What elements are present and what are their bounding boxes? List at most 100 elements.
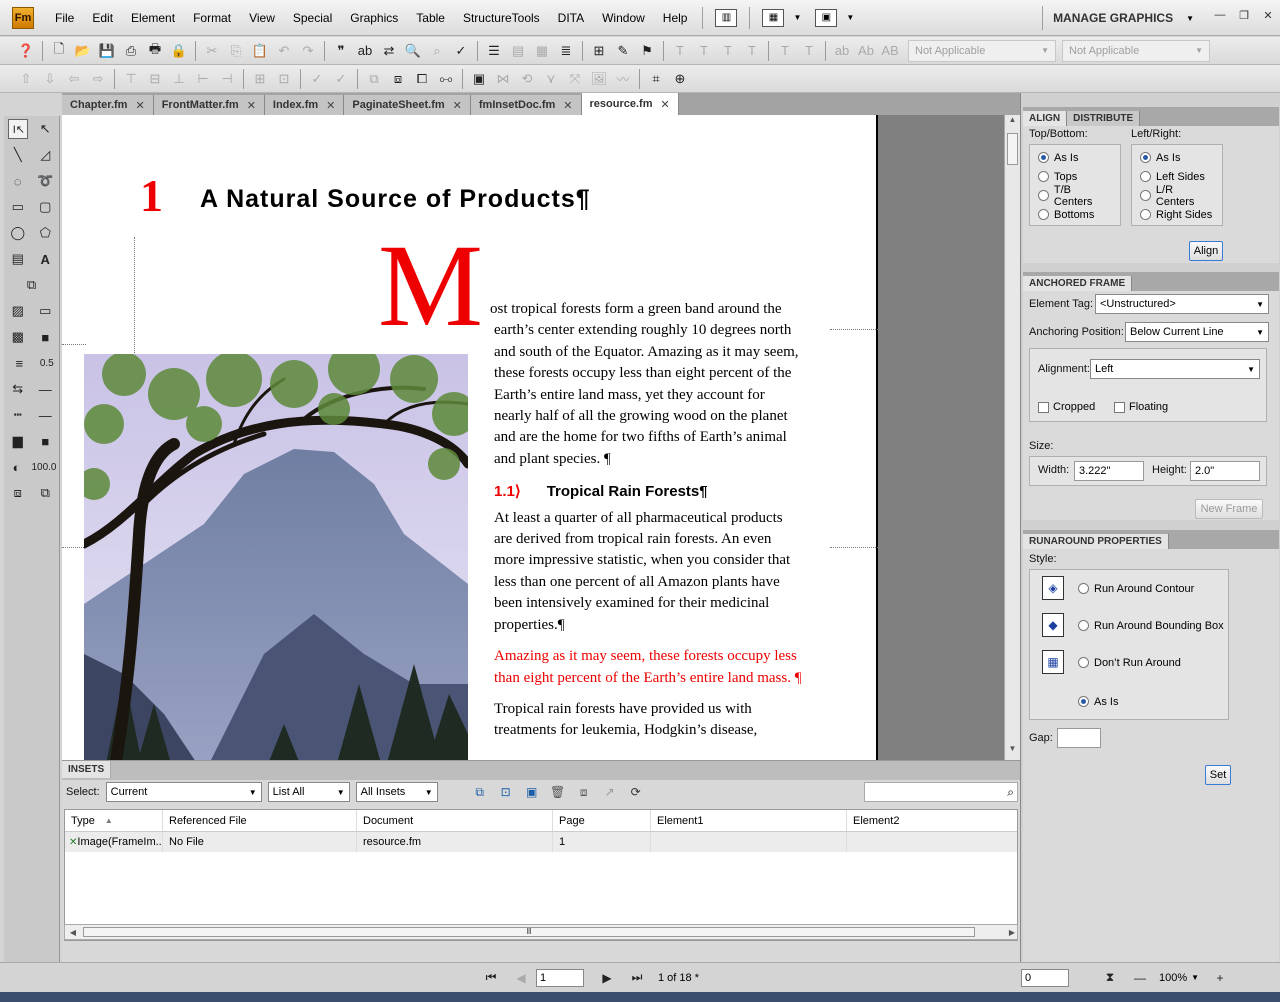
radio-button[interactable] <box>1038 152 1049 163</box>
table-row[interactable]: ✕ Image(FrameIm... No File resource.fm 1 <box>65 832 1017 852</box>
uppercase-icon[interactable]: AB <box>879 40 901 62</box>
radio-button[interactable] <box>1038 171 1049 182</box>
radio-lr-asis[interactable]: As Is <box>1140 148 1214 167</box>
align-right-icon[interactable]: ⊣ <box>216 68 238 90</box>
close-icon[interactable]: ✕ <box>247 99 256 112</box>
list-select[interactable]: List All ▼ <box>267 782 350 802</box>
pen-color-icon[interactable]: ■ <box>35 327 55 347</box>
knockout-icon[interactable]: ⧉ <box>35 483 55 503</box>
insets-search-input[interactable]: ⌕ <box>864 782 1018 802</box>
text-ab-icon[interactable]: ab <box>354 40 376 62</box>
height-input[interactable] <box>1190 461 1260 481</box>
column-page[interactable]: Page <box>553 810 651 831</box>
gravity-icon[interactable]: ⊕ <box>669 68 691 90</box>
last-page-icon[interactable]: ⏭ <box>626 970 648 985</box>
polyline-tool-icon[interactable]: ◌ <box>8 171 28 191</box>
edit-icon[interactable]: ✎ <box>612 40 634 62</box>
grid-icon[interactable]: ▦ <box>531 40 553 62</box>
paragraph-format-select[interactable]: Not Applicable ▼ <box>908 39 1056 62</box>
set-button[interactable]: Set <box>1205 765 1231 785</box>
text-format-icon[interactable]: T <box>717 40 739 62</box>
rotate-icon[interactable]: ⟲ <box>516 68 538 90</box>
radio-right-sides[interactable]: Right Sides <box>1140 205 1214 224</box>
search-icon[interactable]: ⌕ <box>1007 785 1017 800</box>
radio-button[interactable] <box>1140 171 1151 182</box>
scroll-up-icon[interactable]: ▲ <box>1005 115 1020 131</box>
tab-runaround[interactable]: RUNAROUND PROPERTIES <box>1023 534 1169 549</box>
text-frame-tool-icon[interactable]: ▤ <box>8 249 28 269</box>
radio-tb-centers[interactable]: T/B Centers <box>1038 184 1112 208</box>
insets-horizontal-scrollbar[interactable]: ◀ Ⅲ ▶ <box>64 924 1018 940</box>
checkbox[interactable] <box>1114 401 1125 413</box>
tab-paginatesheet[interactable]: PaginateSheet.fm ✕ <box>344 95 471 115</box>
text-format-icon[interactable]: T <box>669 40 691 62</box>
chapter-number[interactable]: 1 <box>140 169 163 222</box>
menu-format[interactable]: Format <box>184 0 240 36</box>
menu-structuretools[interactable]: StructureTools <box>454 0 549 36</box>
undo-icon[interactable]: ↶ <box>273 40 295 62</box>
frame-icon[interactable]: ▣ <box>468 68 490 90</box>
insert-table-icon[interactable]: ⊞ <box>588 40 610 62</box>
close-icon[interactable]: ✕ <box>563 99 572 112</box>
menu-graphics[interactable]: Graphics <box>341 0 407 36</box>
delete-icon[interactable]: 🗑 <box>548 782 568 802</box>
section-heading[interactable]: 1.1⟩ Tropical Rain Forests¶ <box>494 481 804 502</box>
scroll-left-icon[interactable]: ◀ <box>65 928 81 937</box>
check-icon[interactable]: ✓ <box>306 68 328 90</box>
width-input[interactable] <box>1074 461 1144 481</box>
menu-file[interactable]: File <box>46 0 83 36</box>
text-format-icon[interactable]: T <box>774 40 796 62</box>
refresh-icon[interactable]: ⟳ <box>626 782 646 802</box>
tint-icon[interactable]: ◐ <box>6 457 26 477</box>
first-page-icon[interactable]: ⏮ <box>480 970 502 985</box>
radio-run-around-contour[interactable]: Run Around Contour <box>1078 579 1194 598</box>
tab-frontmatter[interactable]: FrontMatter.fm ✕ <box>153 95 265 115</box>
menu-table[interactable]: Table <box>407 0 454 36</box>
menu-window[interactable]: Window <box>593 0 654 36</box>
distribute-icon[interactable]: ⊞ <box>249 68 271 90</box>
insets-type-select[interactable]: All Insets ▼ <box>355 782 438 802</box>
rectangle-tool-icon[interactable]: ▭ <box>8 197 28 217</box>
select-object-tool-icon[interactable]: ↖ <box>35 119 55 139</box>
save-icon[interactable]: 💾 <box>96 40 118 62</box>
text-format-icon[interactable]: T <box>693 40 715 62</box>
align-middle-icon[interactable]: ⊟ <box>144 68 166 90</box>
scroll-thumb[interactable]: Ⅲ <box>83 927 975 937</box>
menu-special[interactable]: Special <box>284 0 341 36</box>
tab-anchored-frame[interactable]: ANCHORED FRAME <box>1023 276 1133 291</box>
oval-tool-icon[interactable]: ◯ <box>8 223 28 243</box>
gap-input[interactable] <box>1057 728 1101 748</box>
column-type[interactable]: Type ▲ <box>65 810 163 831</box>
align-bottom-icon[interactable]: ⊥ <box>168 68 190 90</box>
polygon-tool-icon[interactable]: ⬠ <box>35 223 55 243</box>
smooth-icon[interactable]: 〰 <box>612 68 634 90</box>
scroll-right-icon[interactable]: ▶ <box>1009 928 1015 937</box>
radio-bottoms[interactable]: Bottoms <box>1038 205 1112 224</box>
close-icon[interactable]: ✕ <box>453 99 462 112</box>
quotes-icon[interactable]: ❞ <box>330 40 352 62</box>
align-button[interactable]: Align <box>1189 241 1223 261</box>
find-replace-icon[interactable]: ⇄ <box>378 40 400 62</box>
scroll-thumb[interactable] <box>1007 133 1018 165</box>
radio-dont-run-around[interactable]: Don’t Run Around <box>1078 653 1181 672</box>
arrow-left-icon[interactable]: ⇦ <box>63 68 85 90</box>
bring-front-icon[interactable]: ⧠ <box>411 68 433 90</box>
column-document[interactable]: Document <box>357 810 553 831</box>
coordinate-input[interactable] <box>1020 968 1069 987</box>
tab-index[interactable]: Index.fm ✕ <box>264 95 345 115</box>
titlecase-icon[interactable]: Ab <box>855 40 877 62</box>
rainforest-image[interactable] <box>84 354 468 760</box>
print-icon[interactable]: 🖶 <box>144 40 166 62</box>
arrange-documents-icon[interactable]: ▦ <box>762 8 785 27</box>
freehand-tool-icon[interactable]: ➰ <box>35 171 55 191</box>
new-document-icon[interactable]: 🗋 <box>48 40 70 62</box>
close-icon[interactable]: ✕ <box>661 98 670 111</box>
body-text-column[interactable]: ost tropical forests form a green band a… <box>490 299 804 752</box>
text-format-icon[interactable]: T <box>798 40 820 62</box>
insets-tab[interactable]: INSETS <box>62 761 112 778</box>
open-icon[interactable]: 📂 <box>72 40 94 62</box>
lock-icon[interactable]: 🔒 <box>168 40 190 62</box>
toggle-view-icon[interactable]: ⧗ <box>1099 970 1121 985</box>
radio-button[interactable] <box>1038 209 1049 220</box>
zoom-out-icon[interactable]: — <box>1129 971 1151 985</box>
